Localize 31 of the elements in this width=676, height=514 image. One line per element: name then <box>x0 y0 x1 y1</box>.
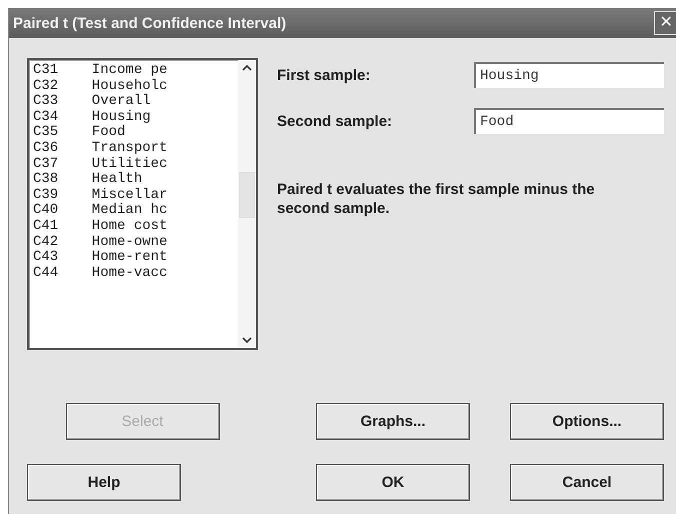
field-label: First sample: <box>277 66 372 84</box>
field-label: Second sample: <box>277 112 394 130</box>
list-item[interactable]: C37 Utilitiec <box>33 156 238 172</box>
list-item[interactable]: C38 Health <box>33 172 238 188</box>
list-item[interactable]: C41 Home cost <box>33 218 238 235</box>
list-item[interactable]: C43 Home-rent <box>33 250 238 266</box>
list-item[interactable]: C39 Miscellar <box>33 188 238 204</box>
close-button[interactable]: ✕ <box>654 11 676 35</box>
list-item[interactable]: C31 Income pe <box>33 63 238 79</box>
dialog-button[interactable]: Graphs... <box>316 403 470 440</box>
list-item[interactable]: C44 Home-vacc <box>33 266 238 282</box>
scroll-thumb[interactable] <box>239 172 255 218</box>
list-item[interactable]: C36 Transport <box>33 140 238 157</box>
list-item[interactable]: C34 Housing <box>33 110 238 126</box>
dialog-button[interactable]: Options... <box>510 403 664 440</box>
dialog-button[interactable]: Cancel <box>510 464 664 501</box>
list-item[interactable]: C40 Median hc <box>33 203 238 219</box>
list-item[interactable]: C32 Householc <box>33 78 238 94</box>
dialog-button[interactable]: Help <box>27 464 181 501</box>
input-field[interactable]: Food <box>474 108 664 134</box>
list-item[interactable]: C42 Home-owne <box>33 234 238 250</box>
list-item[interactable]: C35 Food <box>33 125 238 141</box>
note-text: Paired t evaluates the first sample minus the second sample. <box>277 180 596 218</box>
scrollbar[interactable] <box>238 60 256 348</box>
dialog-button[interactable]: OK <box>316 464 470 501</box>
window-title: Paired t (Test and Confidence Interval) <box>13 14 286 32</box>
scroll-down-icon[interactable] <box>241 336 253 344</box>
scroll-up-icon[interactable] <box>241 64 253 72</box>
list-item[interactable]: C33 Overall <box>33 94 238 110</box>
input-field[interactable]: Housing <box>474 62 664 88</box>
column-list[interactable]: C31 Income pe C32 Householc C33 Overall C34 Housing C35 Food C36 Transport C37 Utilitiec C38 Health C39 Miscellar C40 Median hc C41 Home cost C42 Home-owne C43 Home-rent C44 Home-vacc <box>27 58 258 350</box>
